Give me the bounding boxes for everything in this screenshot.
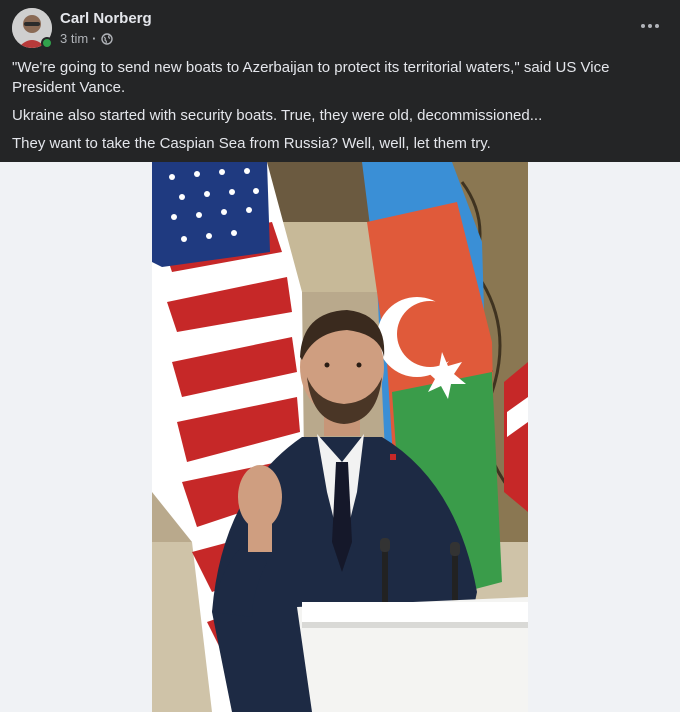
post-header: Carl Norberg 3 tim · "We're going to sen… <box>0 0 680 162</box>
more-horizontal-icon <box>641 24 659 28</box>
facebook-post: Carl Norberg 3 tim · "We're going to sen… <box>0 0 680 712</box>
meta-separator: · <box>92 31 97 46</box>
post-photo[interactable] <box>152 162 528 712</box>
post-timestamp[interactable]: 3 tim <box>60 31 88 46</box>
more-options-button[interactable] <box>636 12 664 40</box>
post-paragraph: They want to take the Caspian Sea from R… <box>12 135 491 152</box>
photo-illustration <box>152 162 528 712</box>
author-name[interactable]: Carl Norberg <box>60 10 152 27</box>
post-body: "We're going to send new boats to Azerba… <box>12 58 652 162</box>
post-meta: 3 tim · <box>60 31 113 46</box>
globe-icon[interactable] <box>100 32 113 45</box>
author-avatar[interactable] <box>12 8 53 49</box>
online-status-indicator <box>41 37 53 49</box>
post-paragraph: Ukraine also started with security boats… <box>12 107 543 124</box>
post-paragraph: "We're going to send new boats to Azerba… <box>12 59 610 96</box>
